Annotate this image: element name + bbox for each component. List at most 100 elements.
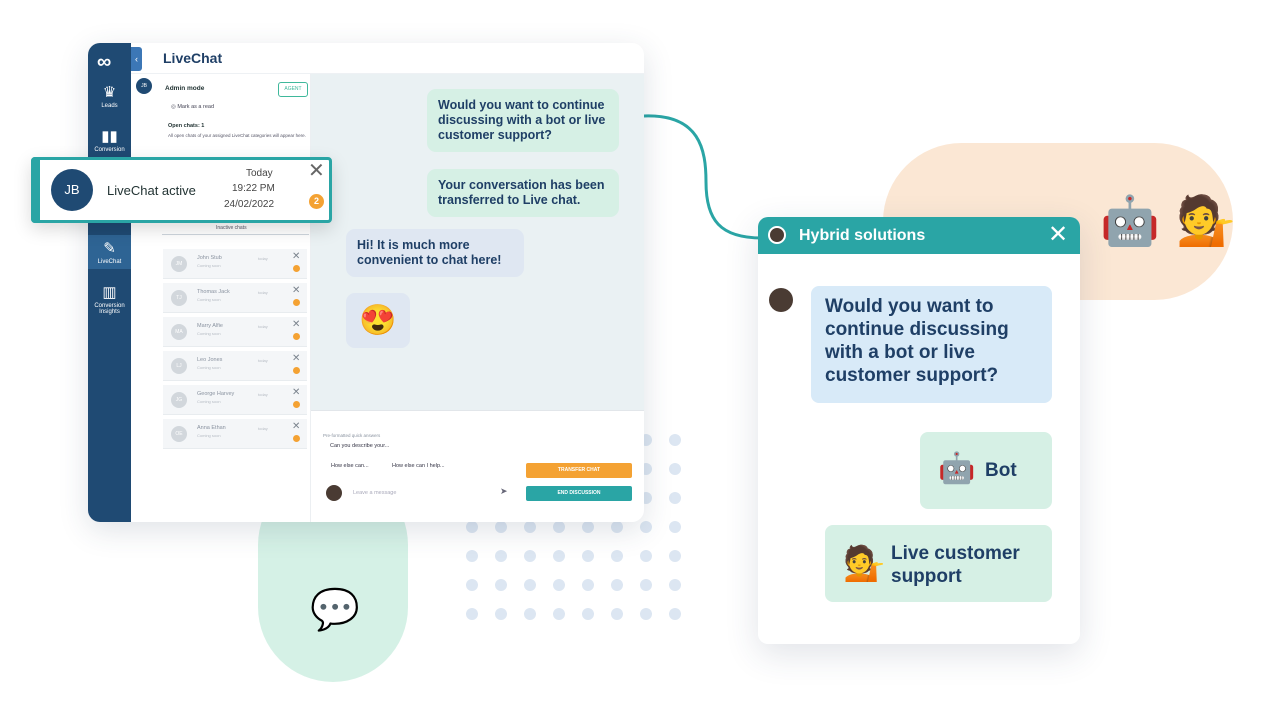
option-label: Bot: [985, 460, 1017, 481]
marketing-stage: 💬 🤖 💁 ∞ ♛ Leads ▮▮ Conversion ✎ LiveChat…: [0, 0, 1270, 720]
page-title: LiveChat: [163, 50, 223, 66]
chat-time: today: [258, 358, 268, 363]
list-item[interactable]: OE Anna Ethan Coming soon today ✕: [163, 419, 307, 449]
rail-item-label: LiveChat: [97, 259, 122, 265]
avatar: JG: [171, 392, 187, 408]
avatar: [769, 288, 793, 312]
unread-dot: [293, 435, 300, 442]
chat-preview: Coming soon: [197, 297, 221, 302]
widget-header: Hybrid solutions ✕: [758, 217, 1080, 254]
chat-list-panel: JB Admin mode AGENT ◎ Mark as a read Ope…: [131, 74, 311, 522]
quick-reply[interactable]: How else can I help...: [392, 463, 445, 469]
chat-name: Thomas Jack: [197, 289, 230, 295]
collapse-sidebar-button[interactable]: ‹: [131, 47, 142, 71]
bot-option-button[interactable]: 🤖 Bot: [920, 432, 1052, 509]
avatar: JM: [171, 256, 187, 272]
unread-dot: [293, 299, 300, 306]
list-item[interactable]: JG George Harvey Coming soon today ✕: [163, 385, 307, 415]
close-icon[interactable]: ✕: [308, 160, 325, 182]
unread-count-badge: 2: [309, 194, 324, 209]
avatar: LJ: [171, 358, 187, 374]
list-item[interactable]: LJ Leo Jones Coming soon today ✕: [163, 351, 307, 381]
agent-toggle-button[interactable]: AGENT: [278, 82, 308, 97]
chat-name: Anna Ethan: [197, 425, 226, 431]
unread-dot: [293, 333, 300, 340]
quick-reply[interactable]: How else can...: [331, 463, 369, 469]
chat-name: Marry Alfie: [197, 323, 223, 329]
chat-time: today: [258, 256, 268, 261]
rail-item-conversion-insights[interactable]: ▥ Conversion Insights: [88, 283, 131, 315]
list-item[interactable]: MA Marry Alfie Coming soon today ✕: [163, 317, 307, 347]
avatar: [768, 226, 786, 244]
robot-icon: 🤖: [938, 452, 976, 485]
rail-item-conversion[interactable]: ▮▮ Conversion: [88, 127, 131, 153]
livechat-app-window: ∞ ♛ Leads ▮▮ Conversion ✎ LiveChat ▥ Con…: [88, 43, 644, 522]
inactive-chats-label: Inactive chats: [216, 225, 247, 231]
chat-preview: Coming soon: [197, 263, 221, 268]
composer-divider: [311, 410, 644, 411]
insights-icon: ▥: [102, 284, 117, 301]
chat-name: John Stub: [197, 255, 222, 261]
close-icon[interactable]: ✕: [292, 421, 300, 432]
message-bubble-incoming: Hi! It is much more convenient to chat h…: [346, 229, 524, 277]
livechat-notification-card[interactable]: JB LiveChat active Today 19:22 PM 24/02/…: [31, 157, 332, 223]
avatar: JB: [51, 169, 93, 211]
leads-icon: ♛: [102, 84, 117, 101]
person-tipping-hand-icon: 💁: [843, 545, 886, 583]
open-chats-description: All open chats of your assigned LiveChat…: [168, 133, 306, 138]
unread-dot: [293, 367, 300, 374]
close-icon[interactable]: ✕: [292, 353, 300, 364]
infinity-logo-icon[interactable]: ∞: [97, 51, 111, 74]
message-bubble-outgoing: Would you want to continue discussing wi…: [427, 89, 619, 152]
chat-name: George Harvey: [197, 391, 235, 397]
quick-answers-title: Pre-formatted quick answers: [323, 433, 381, 438]
chat-preview: Coming soon: [197, 433, 221, 438]
notification-title: LiveChat active: [107, 183, 196, 198]
message-input[interactable]: Leave a message: [353, 490, 396, 496]
rail-item-label: Leads: [101, 103, 118, 109]
speech-bubble-icon: 💬: [310, 588, 360, 632]
hybrid-solutions-widget: Hybrid solutions ✕ Would you want to con…: [758, 217, 1080, 644]
live-support-option-button[interactable]: 💁 Live customer support: [825, 525, 1052, 602]
chat-preview: Coming soon: [197, 331, 221, 336]
avatar: [326, 485, 342, 501]
chat-time: today: [258, 392, 268, 397]
notification-day: Today: [246, 168, 273, 179]
quick-reply[interactable]: Can you describe your...: [330, 443, 389, 449]
avatar: TJ: [171, 290, 187, 306]
avatar: MA: [171, 324, 187, 340]
chat-preview: Coming soon: [197, 365, 221, 370]
close-icon[interactable]: ✕: [292, 319, 300, 330]
robot-icon: 🤖: [1100, 195, 1160, 248]
unread-dot: [293, 401, 300, 408]
side-rail: ∞ ♛ Leads ▮▮ Conversion ✎ LiveChat ▥ Con…: [88, 43, 131, 522]
rail-item-label: Conversion Insights: [94, 303, 125, 315]
close-icon[interactable]: ✕: [292, 387, 300, 398]
send-icon[interactable]: ➤: [500, 486, 508, 497]
livechat-icon: ✎: [103, 240, 116, 257]
rail-item-leads[interactable]: ♛ Leads: [88, 83, 131, 109]
list-item[interactable]: TJ Thomas Jack Coming soon today ✕: [163, 283, 307, 313]
conversation-area: Would you want to continue discussing wi…: [311, 74, 644, 410]
list-item[interactable]: JM John Stub Coming soon today ✕: [163, 249, 307, 279]
person-tipping-hand-icon: 💁: [1176, 195, 1236, 248]
rail-item-livechat[interactable]: ✎ LiveChat: [88, 235, 131, 269]
end-discussion-button[interactable]: END DISCUSSION: [526, 486, 632, 501]
heart-eyes-emoji-message: 😍: [346, 293, 410, 348]
chat-name: Leo Jones: [197, 357, 223, 363]
message-bubble-outgoing: Your conversation has been transferred t…: [427, 169, 619, 217]
close-icon[interactable]: ✕: [1048, 221, 1068, 249]
mark-as-read-label: Mark as a read: [177, 104, 215, 110]
unread-dot: [293, 265, 300, 272]
close-icon[interactable]: ✕: [292, 251, 300, 262]
widget-title: Hybrid solutions: [799, 227, 926, 244]
mark-as-read-link[interactable]: ◎ Mark as a read: [171, 104, 214, 110]
notification-date: 24/02/2022: [224, 199, 275, 210]
chat-time: today: [258, 324, 268, 329]
transfer-chat-button[interactable]: TRANSFER CHAT: [526, 463, 632, 478]
rail-item-label: Conversion: [94, 147, 125, 153]
chat-preview: Coming soon: [197, 399, 221, 404]
conversion-icon: ▮▮: [101, 128, 118, 145]
avatar: JB: [136, 78, 152, 94]
close-icon[interactable]: ✕: [292, 285, 300, 296]
